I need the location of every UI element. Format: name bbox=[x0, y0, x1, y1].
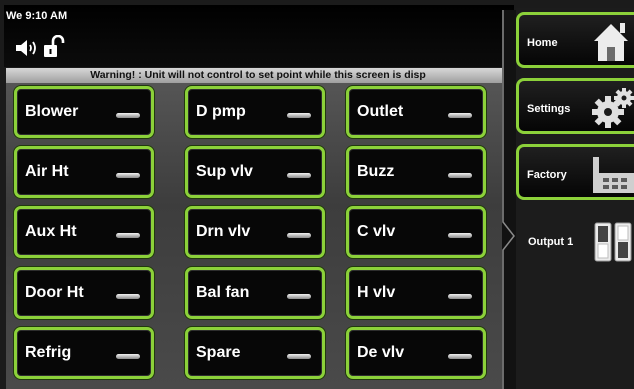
settings-label: Settings bbox=[527, 103, 571, 115]
unlocked-padlock-icon[interactable] bbox=[43, 35, 65, 59]
output-label: Blower bbox=[25, 103, 79, 120]
status-indicator bbox=[448, 294, 472, 299]
output-panel-label: Output 1 bbox=[528, 236, 574, 248]
toggle-switch-icon[interactable] bbox=[594, 222, 632, 262]
clock: We 9:10 AM bbox=[6, 10, 68, 22]
output-button-de-vlv[interactable]: De vlv bbox=[346, 327, 486, 379]
output-label: Spare bbox=[196, 344, 241, 361]
output-button-aux-ht[interactable]: Aux Ht bbox=[14, 206, 154, 258]
output-button-sup-vlv[interactable]: Sup vlv bbox=[185, 146, 325, 198]
output-button-h-vlv[interactable]: H vlv bbox=[346, 267, 486, 319]
output-button-door-ht[interactable]: Door Ht bbox=[14, 267, 154, 319]
gears-icon bbox=[592, 88, 634, 128]
output-label: Aux Ht bbox=[25, 223, 77, 240]
warning-banner: Warning! : Unit will not control to set … bbox=[6, 68, 510, 83]
output-label: H vlv bbox=[357, 284, 396, 301]
status-indicator bbox=[287, 294, 311, 299]
speaker-icon[interactable] bbox=[15, 39, 39, 57]
status-indicator bbox=[116, 233, 140, 238]
status-indicator bbox=[116, 294, 140, 299]
output-button-blower[interactable]: Blower bbox=[14, 86, 154, 138]
output-button-c-vlv[interactable]: C vlv bbox=[346, 206, 486, 258]
status-indicator bbox=[287, 173, 311, 178]
status-indicator bbox=[287, 233, 311, 238]
home-label: Home bbox=[527, 37, 558, 49]
status-indicator bbox=[287, 354, 311, 359]
panel-divider bbox=[502, 10, 516, 389]
house-icon bbox=[594, 23, 628, 61]
control-screen: We 9:10 AM Warning! : Unit will not cont… bbox=[0, 0, 634, 389]
status-indicator bbox=[448, 113, 472, 118]
settings-button[interactable]: Settings bbox=[516, 78, 634, 134]
output-button-spare[interactable]: Spare bbox=[185, 327, 325, 379]
status-indicator bbox=[448, 173, 472, 178]
home-button[interactable]: Home bbox=[516, 12, 634, 68]
output-button-drn-vlv[interactable]: Drn vlv bbox=[185, 206, 325, 258]
output-label: C vlv bbox=[357, 223, 396, 240]
output-label: De vlv bbox=[357, 344, 405, 361]
status-indicator bbox=[116, 173, 140, 178]
status-indicator bbox=[116, 113, 140, 118]
output-button-d-pmp[interactable]: D pmp bbox=[185, 86, 325, 138]
output-label: Drn vlv bbox=[196, 223, 251, 240]
output-button-refrig[interactable]: Refrig bbox=[14, 327, 154, 379]
status-indicator bbox=[448, 233, 472, 238]
output-label: Air Ht bbox=[25, 163, 69, 180]
output-label: D pmp bbox=[196, 103, 246, 120]
output-label: Sup vlv bbox=[196, 163, 253, 180]
output-grid: Blower D pmp Outlet Air Ht Sup vlv Buzz … bbox=[6, 83, 506, 389]
factory-button[interactable]: Factory bbox=[516, 144, 634, 200]
output-label: Bal fan bbox=[196, 284, 250, 301]
output-label: Buzz bbox=[357, 163, 395, 180]
output-label: Refrig bbox=[25, 344, 72, 361]
output-label: Outlet bbox=[357, 103, 404, 120]
side-panel: Home Settings Factory bbox=[516, 8, 634, 389]
output-label: Door Ht bbox=[25, 284, 84, 301]
factory-icon bbox=[593, 157, 634, 193]
status-bar: We 9:10 AM bbox=[4, 5, 514, 67]
factory-label: Factory bbox=[527, 169, 567, 181]
output-button-bal-fan[interactable]: Bal fan bbox=[185, 267, 325, 319]
output-button-outlet[interactable]: Outlet bbox=[346, 86, 486, 138]
status-indicator bbox=[116, 354, 140, 359]
status-indicator bbox=[287, 113, 311, 118]
output-button-air-ht[interactable]: Air Ht bbox=[14, 146, 154, 198]
output-button-buzz[interactable]: Buzz bbox=[346, 146, 486, 198]
status-indicator bbox=[448, 354, 472, 359]
